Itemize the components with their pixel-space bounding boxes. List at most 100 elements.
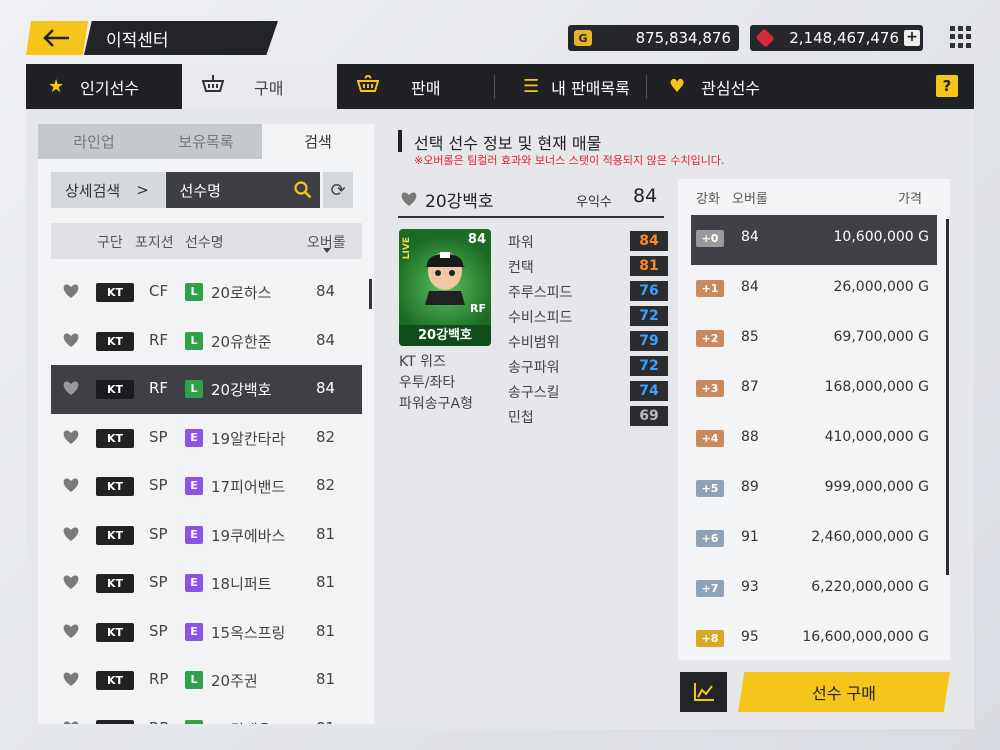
player-row[interactable]: KT RF L 20유한준 84 [51, 317, 362, 366]
add-cash-icon[interactable]: + [904, 30, 920, 46]
listing-price-value: 26,000,000 [833, 279, 914, 295]
heart-icon[interactable] [62, 380, 80, 396]
tab-sell[interactable]: 판매 [337, 64, 494, 109]
listing-overall: 85 [741, 329, 759, 345]
tab-my-listings[interactable]: ☰ 내 판매목록 [495, 64, 646, 109]
card-live-label: LIVE [402, 237, 412, 260]
enhance-level-badge: +6 [696, 530, 724, 547]
player-row[interactable]: KT SP E 17피어밴드 82 [51, 462, 362, 511]
grade-badge: L [185, 331, 203, 350]
heart-icon[interactable] [62, 477, 80, 493]
subtab-owned[interactable]: 보유목록 [150, 124, 262, 159]
listing-row[interactable]: +0 84 10,600,000 G [691, 215, 937, 265]
player-name: 19쿠에바스 [211, 526, 286, 545]
team-badge: KT [96, 719, 134, 724]
listing-price: 26,000,000 G [834, 279, 929, 295]
player-row[interactable]: KT RP L 20주권 81 [51, 656, 362, 705]
cash-balance: 2,148,467,476 + [750, 25, 923, 51]
player-card: LIVE 84 RF 20강백호 [399, 229, 491, 346]
grade-badge: L [185, 283, 203, 301]
listing-row[interactable]: +4 88 410,000,000 G [691, 415, 937, 465]
heart-icon[interactable] [62, 429, 80, 445]
listing-row[interactable]: +5 89 999,000,000 G [691, 465, 937, 515]
heart-icon[interactable] [62, 623, 80, 639]
heading-accent-bar [398, 130, 402, 152]
heart-icon[interactable] [62, 671, 80, 687]
stat-value: 74 [630, 381, 668, 401]
listing-overall: 84 [741, 229, 759, 245]
list-scrollbar[interactable] [369, 279, 372, 309]
tab-popular[interactable]: ★ 인기선수 [26, 64, 182, 109]
heart-icon[interactable] [62, 332, 80, 348]
player-name: 15옥스프링 [211, 623, 286, 642]
listing-price-value: 69,700,000 [833, 329, 914, 345]
stat-value: 72 [630, 356, 668, 376]
buy-player-button[interactable]: 선수 구매 [738, 672, 950, 712]
player-row[interactable]: KT SP E 19쿠에바스 81 [51, 511, 362, 560]
listing-row[interactable]: +6 91 2,460,000,000 G [691, 515, 937, 565]
heart-icon[interactable] [62, 526, 80, 542]
subtab-lineup[interactable]: 라인업 [38, 124, 150, 159]
heart-icon[interactable] [62, 720, 80, 725]
name-search-input[interactable]: 선수명 [165, 172, 321, 208]
search-icon[interactable] [294, 181, 312, 199]
list-icon: ☰ [523, 76, 540, 97]
player-row[interactable]: KT SP E 15옥스프링 81 [51, 608, 362, 657]
tab-favorites[interactable]: ♥ 관심선수 [647, 64, 847, 109]
team-badge: KT [96, 622, 134, 642]
player-overall: 81 [316, 670, 336, 688]
refresh-icon: ⟳ [330, 179, 346, 201]
refresh-button[interactable]: ⟳ [323, 172, 353, 208]
listing-row[interactable]: +1 84 26,000,000 G [691, 265, 937, 315]
listing-price-value: 10,600,000 [833, 229, 914, 245]
team-badge: KT [96, 331, 134, 351]
selected-player-header: 20강백호 우익수 84 [398, 181, 664, 218]
player-row[interactable]: KT SP E 18니퍼트 81 [51, 559, 362, 608]
listing-price-value: 410,000,000 [824, 429, 914, 445]
heart-icon[interactable] [62, 574, 80, 590]
back-button[interactable] [26, 21, 88, 55]
favorite-heart-icon[interactable] [400, 191, 418, 207]
listing-price-value: 16,600,000,000 [802, 629, 914, 645]
listing-row[interactable]: +7 93 6,220,000,000 G [691, 565, 937, 615]
price-chart-button[interactable] [680, 672, 727, 712]
search-row: 상세검색 > 선수명 ⟳ [51, 172, 353, 208]
selected-player-name: 20강백호 [425, 192, 494, 212]
gold-suffix: G [918, 579, 929, 595]
detail-search-button[interactable]: 상세검색 > [51, 172, 166, 208]
gold-coin-icon: G [574, 30, 592, 46]
heart-icon[interactable] [62, 283, 80, 299]
stat-list: 파워 84 컨택 81 주루스피드 76 수비스피드 72 수비범위 79 송구파워 72… [508, 229, 668, 429]
stat-label: 수비스피드 [508, 310, 573, 326]
player-name: 20유한준 [211, 332, 272, 351]
listing-row[interactable]: +8 95 16,600,000,000 G [691, 615, 937, 665]
listing-price: 999,000,000 G [825, 479, 929, 495]
enhance-level-badge: +4 [696, 430, 724, 447]
stat-row: 컨택 81 [508, 254, 668, 279]
listing-row[interactable]: +3 87 168,000,000 G [691, 365, 937, 415]
header-position: 포지션 [135, 235, 174, 251]
player-row[interactable]: KT CF L 20로하스 84 [51, 268, 362, 317]
grid-menu-icon[interactable] [950, 26, 972, 48]
grade-badge: E [185, 574, 203, 592]
help-button[interactable]: ? [936, 75, 958, 97]
player-overall: 81 [316, 719, 335, 725]
sell-basket-icon [356, 73, 380, 98]
listing-row[interactable]: +2 85 69,700,000 G [691, 315, 937, 365]
player-row[interactable]: KT RF L 20강백호 84 [51, 365, 362, 414]
listing-scrollbar[interactable] [946, 219, 949, 575]
player-name: 20강백호 [211, 381, 272, 399]
player-name: 19알칸타라 [211, 429, 286, 448]
header-listing-overall: 오버롤 [732, 192, 768, 207]
listing-price-value: 999,000,000 [824, 479, 914, 495]
player-row[interactable]: KT SP E 19알칸타라 82 [51, 414, 362, 463]
player-row[interactable]: KT RP L 20김재윤 81 [51, 705, 362, 725]
tab-buy-label: 구매 [254, 78, 284, 98]
player-overall: 81 [316, 524, 336, 543]
tab-buy[interactable]: 구매 [182, 64, 337, 109]
card-name: 20강백호 [399, 325, 491, 346]
subtab-search[interactable]: 검색 [262, 124, 374, 159]
listing-price-value: 6,220,000,000 [811, 579, 914, 595]
enhance-level-badge: +7 [696, 580, 724, 597]
stat-label: 민첩 [508, 410, 534, 426]
